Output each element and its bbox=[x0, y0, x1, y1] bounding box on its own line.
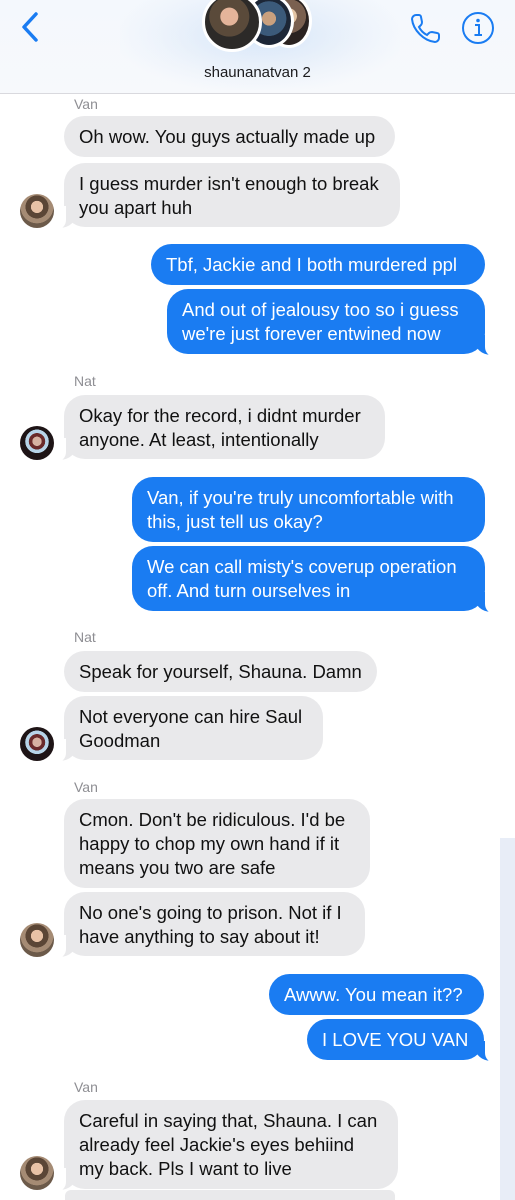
group-name[interactable]: shaunanatvan 2 bbox=[0, 64, 515, 81]
sender-label: Van bbox=[74, 96, 98, 112]
avatar[interactable] bbox=[20, 923, 54, 957]
message-incoming[interactable]: Careful in saying that, Shauna. I can al… bbox=[64, 1100, 398, 1189]
call-button[interactable] bbox=[408, 10, 444, 46]
bubble-tail bbox=[46, 739, 76, 763]
message-outgoing[interactable]: Awww. You mean it?? bbox=[269, 974, 484, 1015]
avatar[interactable] bbox=[20, 426, 54, 460]
avatar[interactable] bbox=[20, 1156, 54, 1190]
avatar bbox=[202, 0, 262, 52]
avatar[interactable] bbox=[20, 727, 54, 761]
sender-label: Van bbox=[74, 1079, 98, 1095]
bubble-tail bbox=[46, 935, 76, 959]
message-incoming[interactable]: Speak for yourself, Shauna. Damn bbox=[64, 651, 377, 692]
conversation-header: shaunanatvan 2 bbox=[0, 0, 515, 94]
message-incoming[interactable]: No one's going to prison. Not if I have … bbox=[64, 892, 365, 956]
sender-label: Nat bbox=[74, 373, 96, 389]
message-incoming[interactable]: Okay for the record, i didnt murder anyo… bbox=[64, 395, 385, 459]
bubble-tail bbox=[475, 1039, 505, 1063]
back-button[interactable] bbox=[14, 10, 48, 44]
message-outgoing[interactable]: Tbf, Jackie and I both murdered ppl bbox=[151, 244, 485, 285]
bubble-tail bbox=[46, 438, 76, 462]
partial-message bbox=[65, 1190, 395, 1200]
info-button[interactable] bbox=[460, 10, 496, 46]
group-avatars[interactable] bbox=[200, 0, 320, 56]
info-icon bbox=[462, 12, 494, 44]
message-incoming[interactable]: Oh wow. You guys actually made up bbox=[64, 116, 395, 157]
phone-icon bbox=[410, 14, 440, 44]
avatar[interactable] bbox=[20, 194, 54, 228]
message-outgoing[interactable]: Van, if you're truly uncomfortable with … bbox=[132, 477, 485, 542]
sender-label: Nat bbox=[74, 629, 96, 645]
bubble-tail bbox=[46, 206, 76, 230]
bubble-tail bbox=[475, 590, 505, 614]
message-outgoing[interactable]: And out of jealousy too so i guess we're… bbox=[167, 289, 485, 354]
message-outgoing[interactable]: I LOVE YOU VAN bbox=[307, 1019, 484, 1060]
bubble-tail bbox=[46, 1168, 76, 1192]
scrollbar[interactable] bbox=[500, 838, 515, 1200]
sender-label: Van bbox=[74, 779, 98, 795]
message-outgoing[interactable]: We can call misty's coverup operation of… bbox=[132, 546, 485, 611]
bubble-tail bbox=[475, 333, 505, 357]
message-incoming[interactable]: I guess murder isn't enough to break you… bbox=[64, 163, 400, 227]
message-incoming[interactable]: Cmon. Don't be ridiculous. I'd be happy … bbox=[64, 799, 370, 888]
chevron-left-icon bbox=[22, 12, 38, 42]
message-incoming[interactable]: Not everyone can hire Saul Goodman bbox=[64, 696, 323, 760]
